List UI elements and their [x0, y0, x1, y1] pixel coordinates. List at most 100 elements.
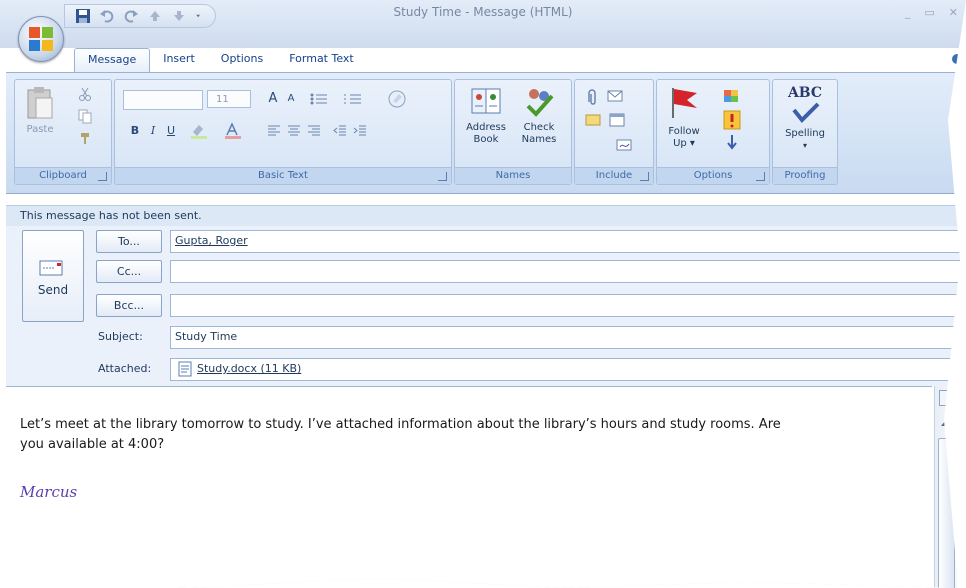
address-book-button[interactable]: Address Book	[461, 84, 511, 146]
follow-up-flag-icon	[672, 88, 697, 118]
include-dialog-launcher[interactable]	[640, 172, 649, 181]
grow-font-button[interactable]: A	[265, 90, 281, 108]
cc-button[interactable]: Cc...	[96, 260, 162, 283]
attached-label: Attached:	[98, 362, 152, 375]
follow-up-button[interactable]: Follow Up ▾	[661, 84, 707, 150]
attach-item-icon[interactable]	[607, 88, 629, 104]
tab-format-text[interactable]: Format Text	[276, 48, 367, 72]
check-names-label-2: Names	[521, 134, 557, 145]
attached-field: Study.docx (11 KB)	[170, 358, 966, 381]
format-painter-icon[interactable]	[77, 130, 93, 146]
scroll-thumb[interactable]	[938, 438, 955, 588]
info-bar: This message has not been sent.	[6, 205, 966, 227]
cc-field[interactable]	[170, 260, 966, 283]
highlight-icon[interactable]	[189, 122, 217, 140]
names-group: Address Book Check Names Names	[454, 79, 572, 185]
high-importance-icon[interactable]	[723, 110, 741, 130]
italic-button[interactable]: I	[145, 122, 161, 140]
spelling-check-icon	[792, 102, 820, 123]
check-names-icon	[526, 89, 554, 117]
spelling-label: Spelling	[785, 128, 825, 139]
font-size-select[interactable]: 11	[207, 90, 251, 108]
send-icon	[39, 260, 63, 276]
address-book-label-2: Book	[473, 134, 499, 145]
to-button[interactable]: To...	[96, 230, 162, 253]
office-button[interactable]	[18, 16, 64, 62]
tab-insert[interactable]: Insert	[150, 48, 208, 72]
check-names-button[interactable]: Check Names	[513, 84, 565, 146]
attach-file-icon[interactable]	[585, 88, 599, 106]
address-book-icon	[471, 88, 501, 114]
to-recipient[interactable]: Gupta, Roger	[175, 234, 248, 247]
align-center-icon[interactable]	[287, 124, 301, 138]
attachment-link[interactable]: Study.docx (11 KB)	[197, 362, 301, 375]
cut-icon[interactable]	[77, 86, 93, 102]
copy-icon[interactable]	[77, 108, 93, 124]
minimize-button[interactable]: _	[905, 6, 911, 19]
signature-icon[interactable]	[615, 136, 637, 154]
low-importance-icon[interactable]	[725, 134, 739, 150]
paste-button[interactable]: Paste	[21, 86, 59, 136]
subject-value: Study Time	[175, 330, 238, 343]
to-field[interactable]: Gupta, Roger	[170, 230, 966, 253]
send-button[interactable]: Send	[22, 230, 84, 322]
align-right-icon[interactable]	[307, 124, 321, 138]
spelling-button[interactable]: ABC Spelling ▾	[777, 84, 833, 152]
font-name-select[interactable]	[123, 90, 203, 110]
abc-label: ABC	[787, 85, 823, 101]
tab-message[interactable]: Message	[74, 48, 151, 73]
window-title: Study Time - Message (HTML)	[393, 5, 573, 19]
clipboard-dialog-launcher[interactable]	[98, 172, 107, 181]
bcc-field[interactable]	[170, 294, 966, 317]
numbering-icon[interactable]	[343, 91, 371, 107]
spelling-dropdown-icon: ▾	[802, 141, 807, 150]
message-body[interactable]: Let’s meet at the library tomorrow to st…	[6, 386, 932, 588]
font-color-icon[interactable]	[223, 122, 251, 140]
vertical-scrollbar[interactable]	[934, 386, 957, 588]
options-dialog-launcher[interactable]	[756, 172, 765, 181]
window-controls: _ ▭ ✕	[905, 6, 958, 19]
body-line-1: Let’s meet at the library tomorrow to st…	[20, 417, 781, 432]
word-document-icon	[178, 361, 192, 377]
send-label: Send	[37, 283, 69, 297]
subject-label: Subject:	[98, 330, 143, 343]
names-group-label: Names	[455, 167, 571, 184]
body-text: Let’s meet at the library tomorrow to st…	[20, 415, 920, 455]
outlook-message-window: Study Time - Message (HTML) _ ▭ ✕ Messag…	[0, 0, 966, 588]
bold-button[interactable]: B	[127, 122, 143, 140]
basic-text-group-label: Basic Text	[115, 167, 451, 184]
include-group: Include	[574, 79, 654, 185]
subject-field[interactable]: Study Time	[170, 326, 966, 349]
paste-label: Paste	[26, 124, 54, 135]
align-left-icon[interactable]	[267, 124, 281, 138]
underline-button[interactable]: U	[163, 122, 179, 140]
view-ruler-icon[interactable]	[939, 390, 955, 406]
check-names-label-1: Check	[523, 122, 555, 133]
tab-options[interactable]: Options	[208, 48, 276, 72]
basic-text-dialog-launcher[interactable]	[438, 172, 447, 181]
help-icon[interactable]	[952, 54, 962, 64]
business-card-icon[interactable]	[585, 112, 601, 128]
paste-icon	[27, 87, 53, 119]
title-bar: Study Time - Message (HTML) _ ▭ ✕	[0, 0, 966, 48]
clipboard-group: Paste Clipboard	[14, 79, 112, 185]
follow-up-label-2: Up ▾	[673, 138, 695, 149]
options-group-label: Options	[657, 167, 769, 184]
follow-up-label-1: Follow	[668, 126, 700, 137]
calendar-icon[interactable]	[609, 112, 625, 128]
categorize-icon[interactable]	[723, 88, 747, 104]
increase-indent-icon[interactable]	[353, 124, 367, 138]
basic-text-group: 11 A A B I U Basic Text	[114, 79, 452, 185]
decrease-indent-icon[interactable]	[333, 124, 347, 138]
close-button[interactable]: ✕	[949, 6, 958, 19]
scroll-up-icon[interactable]	[941, 420, 951, 426]
clear-formatting-icon[interactable]	[387, 89, 407, 109]
signature: Marcus	[20, 483, 78, 501]
ribbon: Paste Clipboard 11 A A B I U Basic Text …	[6, 72, 966, 194]
bullets-icon[interactable]	[309, 91, 337, 107]
proofing-group: ABC Spelling ▾ Proofing	[772, 79, 838, 185]
shrink-font-button[interactable]: A	[283, 90, 299, 108]
bcc-button[interactable]: Bcc...	[96, 294, 162, 317]
body-line-2: you available at 4:00?	[20, 437, 165, 452]
maximize-button[interactable]: ▭	[924, 6, 934, 19]
